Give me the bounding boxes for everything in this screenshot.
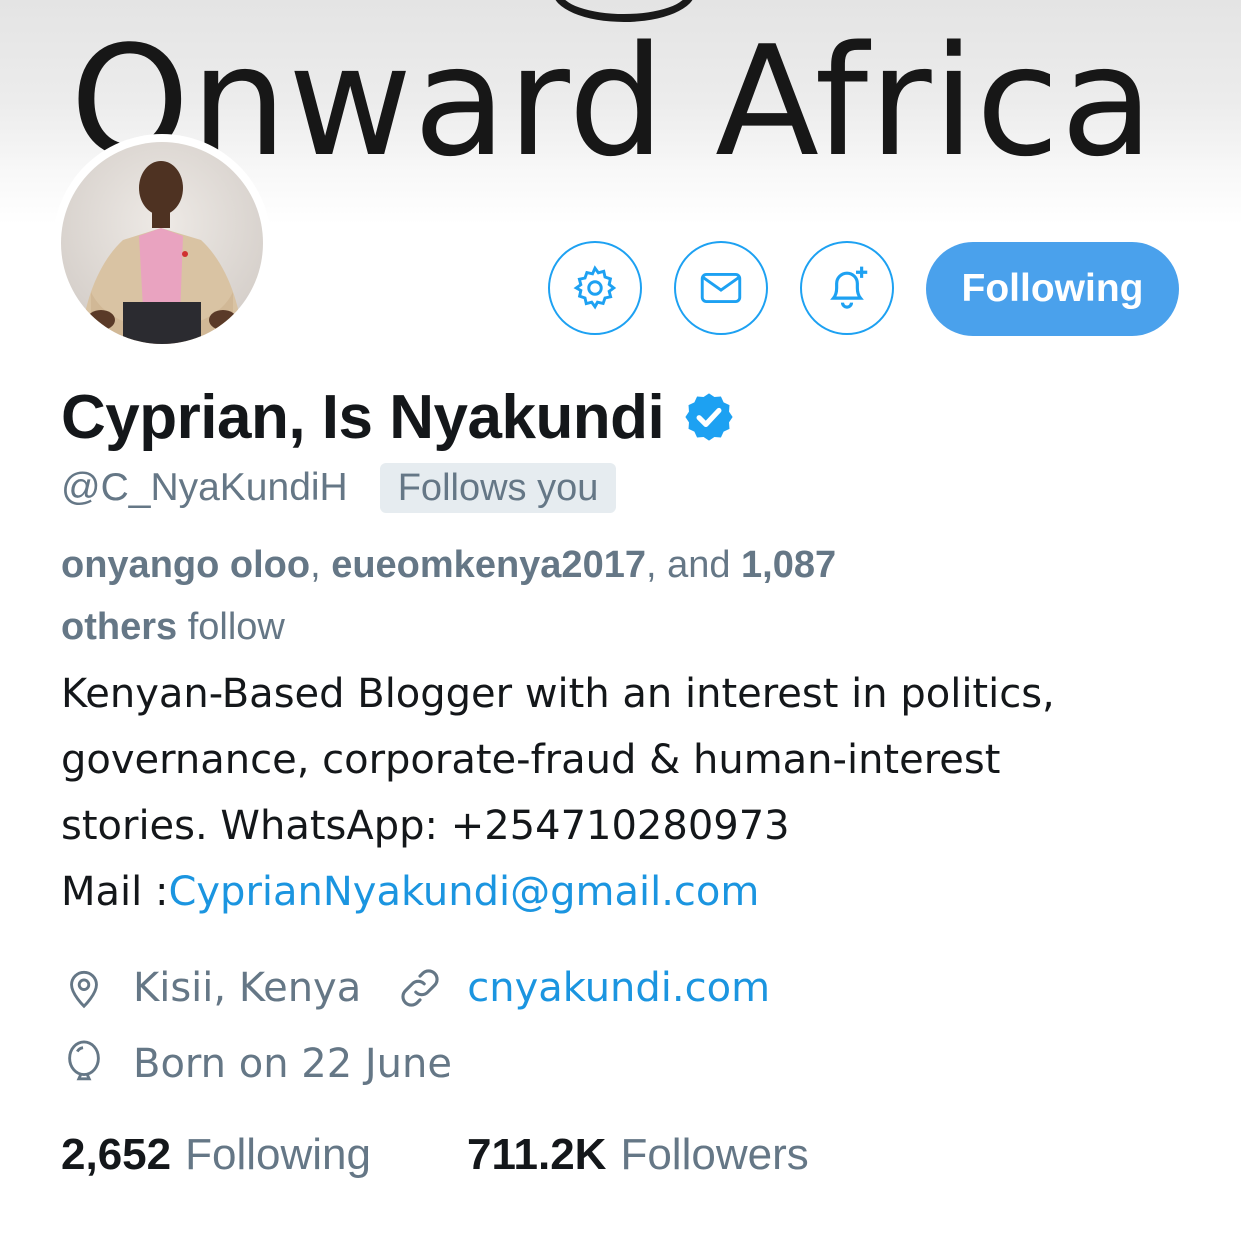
profile-birthday: Born on 22 June [133,1041,452,1087]
profile-website-link[interactable]: cnyakundi.com [467,965,770,1011]
follows-you-badge: Follows you [379,463,617,513]
mutual-suffix: follow [177,606,285,648]
location-pin-icon [70,970,98,1009]
bio-line-3: stories. WhatsApp: +254710280973 [61,803,790,849]
profile-bio: Kenyan-Based Blogger with an interest in… [61,661,1211,925]
verified-badge-icon [685,393,733,441]
notifications-button[interactable] [800,241,894,335]
profile-name: Cyprian, Is Nyakundi [61,382,665,452]
profile-meta-birthday: Born on 22 June [61,1034,452,1094]
avatar[interactable] [53,134,271,352]
person-photo-illustration [81,161,243,344]
bio-line-2: governance, corporate-fraud & human-inte… [61,737,1001,783]
mutual-count: 1,087 [741,544,837,586]
mutual-others: others [61,606,178,648]
mutual-user-1[interactable]: onyango oloo [61,544,310,586]
profile-stats: 2,652 Following 711.2K Followers [61,1124,809,1186]
following-button[interactable]: Following [926,242,1179,336]
profile-handle: @C_NyaKundiH [61,466,348,509]
following-stat[interactable]: 2,652 Following [61,1130,371,1180]
balloon-icon [68,1040,100,1081]
bio-mail-link[interactable]: CyprianNyakundi@gmail.com [168,869,759,915]
bio-line-4: Mail :CyprianNyakundi@gmail.com [61,859,1211,925]
profile-name-row: Cyprian, Is Nyakundi [61,377,736,457]
mutual-separator-2: , and [645,544,742,586]
following-count: 2,652 [61,1130,172,1179]
profile-meta-location-website: Kisii, Kenya cnyakundi.com [61,958,770,1018]
followers-stat[interactable]: 711.2K Followers [467,1130,809,1180]
bell-plus-icon [830,266,868,309]
followers-count: 711.2K [466,1130,607,1179]
followers-label: Followers [620,1130,809,1179]
gear-icon [573,265,617,310]
bio-line-1: Kenyan-Based Blogger with an interest in… [61,671,1055,717]
profile-location: Kisii, Kenya [133,965,362,1011]
handle-row: @C_NyaKundiH Follows you [61,462,617,514]
mutual-user-2[interactable]: eueomkenya2017 [331,544,646,586]
bio-mail-prefix: Mail : [61,869,169,915]
following-label: Following [185,1130,371,1179]
settings-button[interactable] [548,241,642,335]
envelope-icon [700,273,742,303]
avatar-photo [61,142,263,344]
mutual-followers[interactable]: onyango oloo, eueomkenya2017, and 1,087 o… [61,534,1181,658]
mutual-separator-1: , [310,544,332,586]
link-icon [401,969,439,1007]
message-button[interactable] [674,241,768,335]
